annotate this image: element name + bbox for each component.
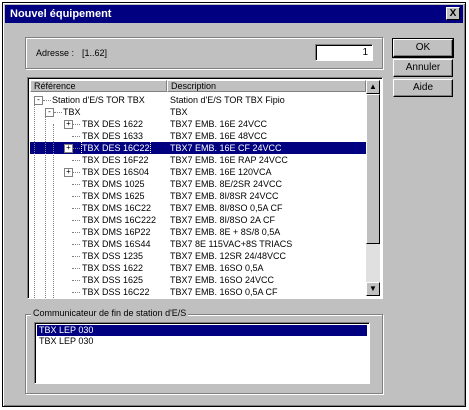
row-reference: TBX DSS 16C22 bbox=[82, 287, 150, 297]
row-description: TBX7 8E 115VAC+8S TRIACS bbox=[170, 239, 293, 249]
tree-row[interactable]: TBX DSS 1235 TBX7 EMB. 12SR 24/48VCC bbox=[30, 250, 366, 262]
row-reference: TBX DES 1622 bbox=[82, 119, 144, 129]
tree-row[interactable]: + TBX DES 16S04 TBX7 EMB. 16E 120VCA bbox=[30, 166, 366, 178]
tree-connector bbox=[72, 232, 80, 233]
tree-row[interactable]: TBX DMS 16C22 TBX7 EMB. 8I/8SO 0,5A CF bbox=[30, 202, 366, 214]
row-reference: TBX DES 16F22 bbox=[82, 155, 149, 165]
row-description: TBX7 EMB. 8I/8SO 0,5A CF bbox=[170, 203, 283, 213]
tree-connector bbox=[72, 160, 80, 161]
close-button[interactable]: X bbox=[446, 7, 460, 20]
row-reference: Station d'E/S TOR TBX bbox=[52, 95, 145, 105]
tree-row[interactable]: TBX DES 16F22 TBX7 EMB. 16E RAP 24VCC bbox=[30, 154, 366, 166]
scroll-up-button[interactable]: ▲ bbox=[366, 80, 380, 94]
tree-row[interactable]: TBX DMS 1625 TBX7 EMB. 8I/8SR 24VCC bbox=[30, 190, 366, 202]
scroll-thumb[interactable] bbox=[366, 94, 380, 244]
collapse-icon[interactable]: - bbox=[45, 108, 54, 117]
window-title: Nouvel équipement bbox=[10, 8, 112, 20]
tree-row[interactable]: TBX DES 1633 TBX7 EMB. 16E 48VCC bbox=[30, 130, 366, 142]
tree-vertical-line bbox=[45, 112, 46, 298]
tree-row[interactable]: TBX DSS 1622 TBX7 EMB. 16SO 0,5A bbox=[30, 262, 366, 274]
address-value: 1 bbox=[362, 47, 368, 58]
row-description: TBX bbox=[170, 107, 188, 117]
row-description: TBX7 EMB. 16E CF 24VCC bbox=[170, 143, 282, 153]
row-description: TBX7 EMB. 16SO 24VCC bbox=[170, 275, 275, 285]
tree-row[interactable]: TBX DMS 16S44 TBX7 8E 115VAC+8S TRIACS bbox=[30, 238, 366, 250]
tree-connector bbox=[43, 100, 51, 101]
row-description: TBX7 EMB. 16SO 0,5A bbox=[170, 263, 264, 273]
tree-connector bbox=[72, 124, 80, 125]
tree-connector bbox=[72, 268, 80, 269]
tree-connector bbox=[54, 112, 62, 113]
ok-button[interactable]: OK bbox=[392, 38, 454, 58]
title-bar: Nouvel équipement X bbox=[5, 5, 463, 23]
tree-connector bbox=[72, 136, 80, 137]
row-reference: TBX DMS 16S44 bbox=[82, 239, 151, 249]
help-button[interactable]: Aide bbox=[393, 79, 453, 97]
row-reference: TBX DSS 1235 bbox=[82, 251, 144, 261]
row-description: TBX7 EMB. 8I/8SO 2A CF bbox=[170, 215, 276, 225]
tree-connector bbox=[72, 196, 80, 197]
row-description: TBX7 EMB. 16E 48VCC bbox=[170, 131, 268, 141]
tree-connector bbox=[72, 256, 80, 257]
row-description: TBX7 EMB. 12SR 24/48VCC bbox=[170, 251, 287, 261]
row-reference: TBX DMS 16C22 bbox=[82, 203, 152, 213]
tree-row[interactable]: TBX DSS 1625 TBX7 EMB. 16SO 24VCC bbox=[30, 274, 366, 286]
address-label: Adresse : bbox=[36, 48, 75, 58]
column-header-reference[interactable]: Référence bbox=[30, 80, 167, 92]
address-range: [1..62] bbox=[82, 48, 108, 58]
cancel-button[interactable]: Annuler bbox=[393, 59, 453, 77]
row-description: TBX7 EMB. 16E 24VCC bbox=[170, 119, 268, 129]
tree-connector bbox=[72, 280, 80, 281]
row-reference: TBX DES 16S04 bbox=[82, 167, 150, 177]
collapse-icon[interactable]: - bbox=[34, 96, 43, 105]
row-description: TBX7 EMB. 8E + 8S/8 0,5A bbox=[170, 227, 281, 237]
tree-vertical-line bbox=[53, 124, 54, 298]
tree-connector bbox=[72, 208, 80, 209]
row-reference: TBX bbox=[63, 107, 81, 117]
tree-row[interactable]: TBX DSS 16C22 TBX7 EMB. 16SO 0,5A CF bbox=[30, 286, 366, 298]
tree-row[interactable]: TBX DMS 16C222 TBX7 EMB. 8I/8SO 2A CF bbox=[30, 214, 366, 226]
tree-connector bbox=[72, 172, 80, 173]
tree-row[interactable]: TBX DMS 16P22 TBX7 EMB. 8E + 8S/8 0,5A bbox=[30, 226, 366, 238]
row-description: TBX7 EMB. 16E RAP 24VCC bbox=[170, 155, 288, 165]
row-reference: TBX DES 16C22 bbox=[81, 141, 151, 155]
row-reference: TBX DSS 1625 bbox=[82, 275, 144, 285]
row-reference: TBX DMS 1025 bbox=[82, 179, 145, 189]
tree-connector bbox=[72, 292, 80, 293]
equipment-tree[interactable]: Référence Description - Station d'E/S TOR… bbox=[27, 77, 383, 299]
row-description: Station d'E/S TOR TBX Fipio bbox=[170, 95, 285, 105]
communicator-item[interactable]: TBX LEP 030 bbox=[37, 325, 367, 336]
row-description: TBX7 EMB. 16E 120VCA bbox=[170, 167, 272, 177]
row-reference: TBX DES 1633 bbox=[82, 131, 144, 141]
tree-connector bbox=[72, 244, 80, 245]
new-equipment-dialog: Nouvel équipement X Adresse : [1..62] 1 … bbox=[2, 2, 466, 407]
tree-vertical-line bbox=[34, 100, 35, 298]
tree-connector bbox=[72, 220, 80, 221]
tree-connector bbox=[72, 184, 80, 185]
address-input[interactable]: 1 bbox=[315, 44, 373, 61]
row-description: TBX7 EMB. 8E/2SR 24VCC bbox=[170, 179, 283, 189]
scroll-down-button[interactable]: ▼ bbox=[366, 282, 380, 296]
tree-connector bbox=[72, 148, 80, 149]
tree-row[interactable]: - TBX TBX bbox=[30, 106, 366, 118]
communicator-item[interactable]: TBX LEP 030 bbox=[37, 336, 367, 347]
tree-row[interactable]: TBX DMS 1025 TBX7 EMB. 8E/2SR 24VCC bbox=[30, 178, 366, 190]
tree-scrollbar[interactable]: ▲ ▼ bbox=[366, 80, 380, 296]
communicator-list[interactable]: TBX LEP 030 TBX LEP 030 bbox=[34, 322, 370, 384]
row-reference: TBX DSS 1622 bbox=[82, 263, 144, 273]
column-header-description[interactable]: Description bbox=[167, 80, 366, 92]
communicator-legend: Communicateur de fin de station d'E/S bbox=[31, 308, 189, 318]
row-description: TBX7 EMB. 8I/8SR 24VCC bbox=[170, 191, 279, 201]
tree-row[interactable]: + TBX DES 1622 TBX7 EMB. 16E 24VCC bbox=[30, 118, 366, 130]
row-reference: TBX DMS 16P22 bbox=[82, 227, 151, 237]
tree-row[interactable]: + TBX DES 16C22 TBX7 EMB. 16E CF 24VCC bbox=[30, 141, 366, 155]
row-reference: TBX DMS 1625 bbox=[82, 191, 145, 201]
row-description: TBX7 EMB. 16SO 0,5A CF bbox=[170, 287, 278, 297]
row-reference: TBX DMS 16C222 bbox=[82, 215, 157, 225]
tree-row[interactable]: - Station d'E/S TOR TBX Station d'E/S TOR … bbox=[30, 94, 366, 106]
